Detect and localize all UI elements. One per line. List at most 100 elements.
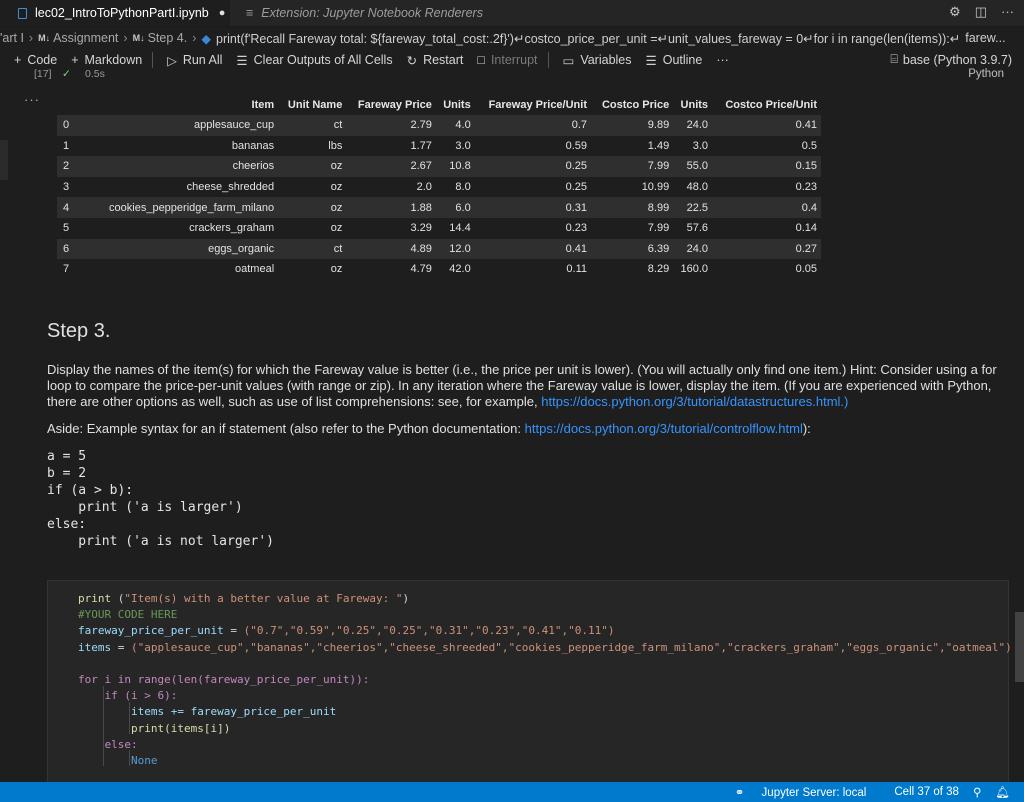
row-index: 2 [57,156,89,177]
code-content[interactable]: print ("Item(s) with a better value at F… [78,591,1012,769]
table-cell: applesauce_cup [89,115,279,136]
accounts-icon[interactable]: ⚲ [973,785,981,799]
table-cell: 3.29 [410,222,432,235]
table-row: 1 bananas lbs 1.77 3.0 0.59 1.49 3.0 0.5 [57,136,821,157]
toolbar-more-label: ··· [716,53,729,67]
table-cell: 3.0 [692,139,709,152]
table-cell: 6.0 [435,197,475,218]
table-cell: 8.0 [455,181,471,194]
kernel-picker[interactable]: ⌸ base (Python 3.9.7) [890,52,1012,67]
editor-actions: ⚙ ◫ ··· [949,4,1014,20]
datastructures-link[interactable]: https://docs.python.org/3/tutorial/datas… [541,394,848,409]
table-cell: 1.49 [647,139,670,152]
restart-icon: ↻ [406,53,418,68]
table-cell: 0.27 [712,238,821,260]
notifications-bell-icon[interactable]: 🔔︎ [995,785,1010,799]
chevron-right-icon: › [192,31,197,45]
cell-status-row: [17] ✓ 0.5s Python [0,68,1024,82]
chevron-right-icon: › [28,31,34,45]
scrollbar-thumb[interactable] [1015,612,1024,682]
aside-end: ): [802,421,811,436]
breadcrumb-code-preview[interactable]: print(f'Recall Fareway total: ${fareway_… [216,31,960,46]
jupyter-server-status[interactable]: ⚭ Jupyter Server: local [735,785,881,799]
breadcrumb-code-tail[interactable]: farew... [965,31,1005,45]
row-index: 7 [63,263,70,276]
row-index: 3 [63,181,70,194]
plus-icon: + [14,53,22,67]
table-cell: 0.15 [712,156,821,177]
unsaved-dot-icon[interactable]: ● [219,7,226,19]
step-description: Display the names of the item(s) for whi… [47,362,1007,410]
table-cell: 1.88 [346,197,436,218]
tab-bar: lec02_IntroToPythonPartI.ipynb ● ≡ Exten… [0,0,1024,27]
run-all-button[interactable]: ▷ Run All [167,53,222,68]
run-all-icon: ▷ [167,53,177,68]
settings-gear-icon[interactable]: ⚙ [949,4,961,20]
variables-button[interactable]: ▭ Variables [563,53,632,68]
table-cell: ct [278,115,347,136]
table-cell: 0.41 [712,115,821,136]
breadcrumb-item[interactable]: Step 4. [148,31,188,45]
table-cell: 4.89 [346,238,436,260]
cell-language[interactable]: Python [968,68,1004,80]
more-actions-icon[interactable]: ··· [1001,4,1014,20]
code-comment: #YOUR CODE HERE [78,608,178,622]
table-cell: 7.99 [647,222,670,235]
tab-extension[interactable]: ≡ Extension: Jupyter Notebook Renderers [232,0,502,26]
indent-guide [129,702,130,734]
outline-button[interactable]: ☰ Outline [646,53,703,68]
table-cell: ct [278,238,347,260]
chevron-right-icon: › [123,31,128,45]
cell-position[interactable]: Cell 37 of 38 [894,786,959,798]
controlflow-link[interactable]: https://docs.python.org/3/tutorial/contr… [525,421,803,436]
column-header: Unit Name [287,99,343,111]
table-cell: 9.89 [591,115,674,136]
run-all-label: Run All [182,53,223,67]
table-cell: 0.4 [712,197,821,218]
table-cell: 24.0 [673,238,713,260]
plus-icon: + [71,53,79,67]
output-menu-icon[interactable]: ··· [24,92,40,107]
table-cell: crackers_graham [189,222,275,235]
tab-label: Extension: Jupyter Notebook Renderers [261,6,483,20]
table-cell: 0.23 [795,181,817,194]
tab-notebook[interactable]: lec02_IntroToPythonPartI.ipynb ● [0,0,230,26]
clear-outputs-button[interactable]: ☰ Clear Outputs of All Cells [236,53,392,68]
table-cell: 0.11 [566,263,587,276]
column-header [57,95,89,115]
row-index: 6 [57,238,89,260]
execution-time: 0.5s [85,68,105,80]
row-index: 1 [63,139,70,152]
jupyter-server-label: Jupyter Server: local [761,787,867,799]
column-header: Costco Price [601,99,670,111]
column-header: Fareway Price [357,99,432,111]
code-token: ("0.7","0.59","0.25","0.25","0.31","0.23… [243,624,615,638]
table-cell: 10.99 [641,181,670,194]
table-cell: oz [278,197,347,218]
table-cell: 0.25 [565,181,587,194]
add-markdown-button[interactable]: + Markdown [71,53,142,67]
check-icon: ✓ [62,68,71,80]
breadcrumb-item[interactable]: 'art I [0,31,24,45]
column-header: Units [680,99,709,111]
code-cell-editor[interactable]: print ("Item(s) with a better value at F… [47,580,1012,785]
table-row: 6 eggs_organic ct 4.89 12.0 0.41 6.39 24.0 0.27 [57,238,821,260]
table-cell: 6.39 [591,238,674,260]
table-header-row: Item Unit Name Fareway Price Units Farew… [57,95,821,115]
clear-outputs-label: Clear Outputs of All Cells [253,53,393,67]
table-cell: 42.0 [449,263,471,276]
markdown-icon: M↓ [132,33,145,43]
indent-guide [103,686,104,766]
code-token: items [78,640,112,654]
row-index: 0 [57,115,89,136]
table-cell: 4.79 [410,263,432,276]
table-cell: 0.41 [474,238,591,260]
toolbar-more-button[interactable]: ··· [716,53,729,67]
split-editor-icon[interactable]: ◫ [975,4,987,20]
description-text: Display the names of the item(s) for whi… [47,362,997,409]
table-cell: 55.0 [673,156,713,177]
add-code-button[interactable]: + Code [14,53,57,67]
breadcrumb-item[interactable]: Assignment [53,31,118,45]
interrupt-button[interactable]: □ Interrupt [477,53,537,67]
restart-button[interactable]: ↻ Restart [407,53,464,68]
